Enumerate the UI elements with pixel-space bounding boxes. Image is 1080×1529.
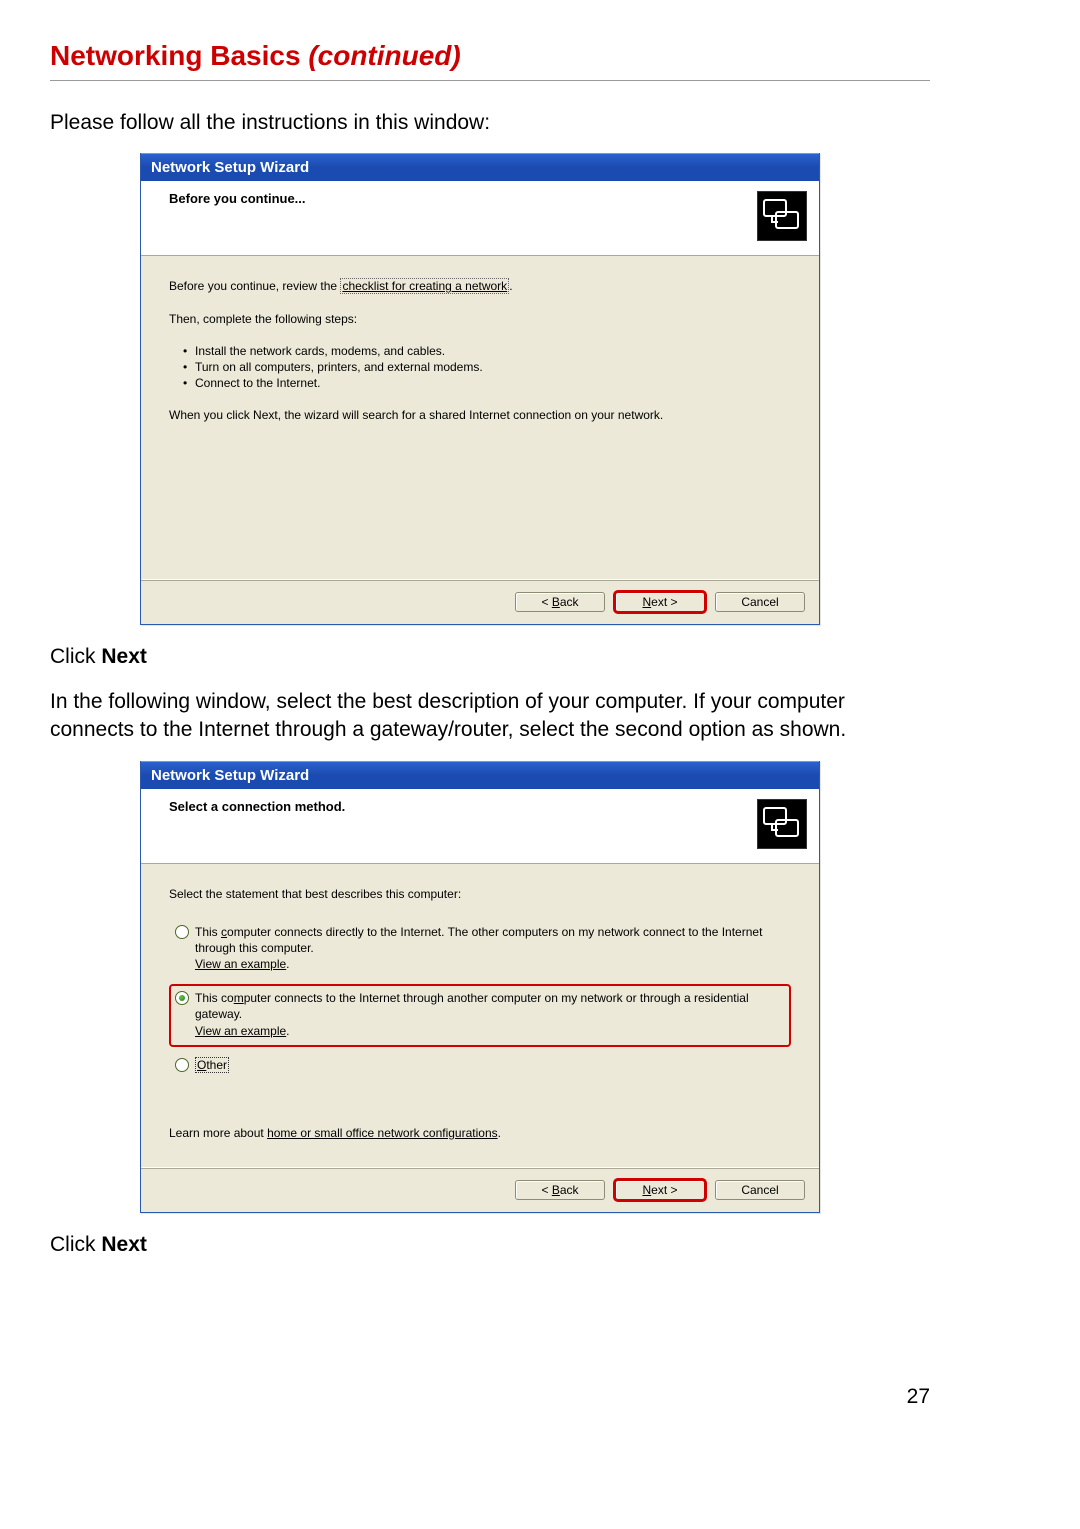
view-example-link[interactable]: View an example <box>195 1024 286 1038</box>
radio-option-gateway[interactable]: This computer connects to the Internet t… <box>169 984 791 1047</box>
text-fragment: puter connects to the Internet through a… <box>195 991 749 1021</box>
text-fragment: . <box>509 279 512 293</box>
page-title: Networking Basics (continued) <box>50 40 930 72</box>
text-fragment: Click <box>50 1233 101 1256</box>
back-button[interactable]: < Back <box>515 592 605 612</box>
radio-icon <box>175 991 189 1005</box>
click-next-2: Click Next <box>50 1231 930 1259</box>
text-fragment: O <box>197 1058 206 1072</box>
text-fragment: . <box>498 1126 501 1140</box>
title-suffix: (continued) <box>308 40 460 71</box>
mid-paragraph: In the following window, select the best… <box>50 688 930 745</box>
cancel-button[interactable]: Cancel <box>715 592 805 612</box>
text-fragment: Before you continue, review the <box>169 279 340 293</box>
network-icon <box>757 191 807 241</box>
intro-text: Please follow all the instructions in th… <box>50 109 930 137</box>
page-number: 27 <box>907 1385 930 1409</box>
radio-option-other[interactable]: Other <box>169 1051 791 1081</box>
radio-label: This computer connects directly to the I… <box>195 924 785 973</box>
button-row: < Back Next > Cancel <box>141 579 819 624</box>
text-fragment: < <box>541 595 551 609</box>
cancel-button[interactable]: Cancel <box>715 1180 805 1200</box>
text-fragment: Learn more about <box>169 1126 267 1140</box>
steps-list: Install the network cards, modems, and c… <box>183 343 791 392</box>
text-fragment: m <box>234 991 244 1005</box>
title-underline <box>50 80 930 81</box>
text-fragment: B <box>552 595 560 609</box>
next-info: When you click Next, the wizard will sea… <box>169 407 791 423</box>
text-fragment: B <box>552 1183 560 1197</box>
text-bold: Next <box>101 645 147 668</box>
wizard-heading: Before you continue... <box>169 191 757 206</box>
learn-more-link[interactable]: home or small office network configurati… <box>267 1126 498 1140</box>
titlebar: Network Setup Wizard <box>141 761 819 789</box>
wizard-dialog-2: Network Setup Wizard Select a connection… <box>140 761 820 1214</box>
text-fragment: ack <box>560 1183 579 1197</box>
radio-label: Other <box>195 1057 785 1073</box>
text-fragment: This co <box>195 991 234 1005</box>
text-fragment: This <box>195 925 221 939</box>
text-fragment: N <box>642 1183 651 1197</box>
text-fragment: ther <box>206 1058 227 1072</box>
button-row: < Back Next > Cancel <box>141 1167 819 1212</box>
view-example-link[interactable]: View an example <box>195 957 286 971</box>
network-icon <box>757 799 807 849</box>
steps-intro: Then, complete the following steps: <box>169 311 791 327</box>
wizard-dialog-1: Network Setup Wizard Before you continue… <box>140 153 820 625</box>
text-fragment: omputer connects directly to the Interne… <box>195 925 762 955</box>
next-button[interactable]: Next > <box>615 1180 705 1200</box>
text-fragment: ext > <box>651 1183 677 1197</box>
list-item: Connect to the Internet. <box>183 375 791 391</box>
review-line: Before you continue, review the checklis… <box>169 278 791 294</box>
select-prompt: Select the statement that best describes… <box>169 886 791 902</box>
focus-rect: Other <box>195 1057 229 1073</box>
wizard-content: Before you continue, review the checklis… <box>141 256 819 579</box>
title-main: Networking Basics <box>50 40 308 71</box>
titlebar: Network Setup Wizard <box>141 153 819 181</box>
radio-option-direct[interactable]: This computer connects directly to the I… <box>169 918 791 981</box>
text-fragment: Click <box>50 645 101 668</box>
text-fragment: N <box>642 595 651 609</box>
list-item: Install the network cards, modems, and c… <box>183 343 791 359</box>
checklist-link[interactable]: checklist for creating a network <box>340 278 509 294</box>
radio-icon <box>175 1058 189 1072</box>
text-bold: Next <box>101 1233 147 1256</box>
radio-icon <box>175 925 189 939</box>
back-button[interactable]: < Back <box>515 1180 605 1200</box>
wizard-heading: Select a connection method. <box>169 799 757 814</box>
next-button[interactable]: Next > <box>615 592 705 612</box>
click-next-1: Click Next <box>50 643 930 671</box>
text-fragment: ext > <box>651 595 677 609</box>
text-fragment: < <box>541 1183 551 1197</box>
header-band: Select a connection method. <box>141 789 819 864</box>
learn-more: Learn more about home or small office ne… <box>169 1125 791 1141</box>
list-item: Turn on all computers, printers, and ext… <box>183 359 791 375</box>
wizard-content: Select the statement that best describes… <box>141 864 819 1168</box>
header-band: Before you continue... <box>141 181 819 256</box>
radio-label: This computer connects to the Internet t… <box>195 990 785 1039</box>
text-fragment: ack <box>560 595 579 609</box>
